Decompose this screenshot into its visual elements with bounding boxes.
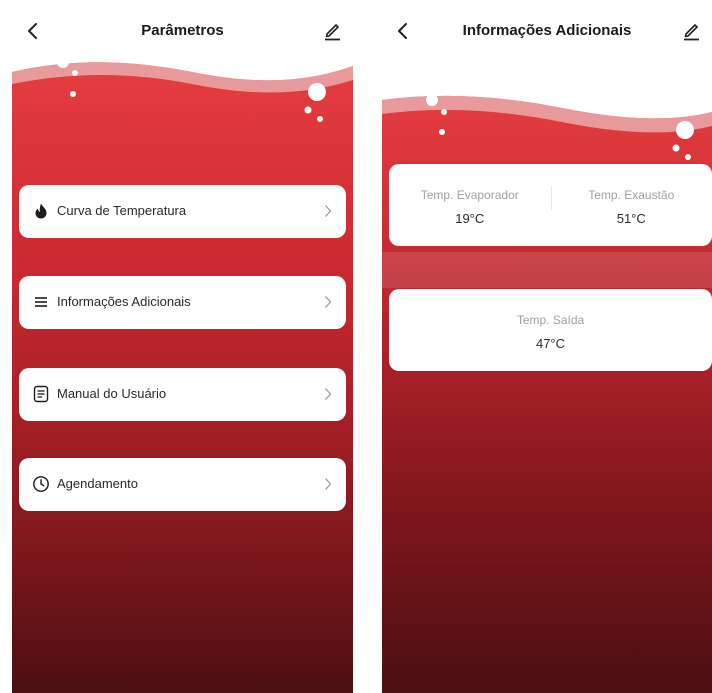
chevron-right-icon [325,296,332,308]
clock-icon [33,476,49,492]
menu-item-curva-temperatura[interactable]: Curva de Temperatura [19,185,346,238]
edit-pencil-icon[interactable] [678,18,704,44]
chevron-right-icon [325,388,332,400]
header: Informações Adicionais [382,0,712,60]
temperature-card-1: Temp. Evaporador 19°C Temp. Exaustão 51°… [389,164,712,246]
page-title: Informações Adicionais [462,22,632,39]
temp-exaustao: Temp. Exaustão 51°C [551,188,712,226]
info-label: Temp. Exaustão [588,188,675,202]
back-arrow-icon[interactable] [390,18,416,44]
menu-item-label: Manual do Usuário [57,386,167,401]
info-value: 51°C [616,211,646,226]
parametros-screen: Parâmetros Curva de Temperatura Informaç… [12,0,353,693]
list-icon [35,297,47,307]
menu-item-label: Agendamento [57,476,138,491]
informacoes-adicionais-screen: Informações Adicionais Temp. Evaporador … [382,0,712,693]
edit-pencil-icon[interactable] [319,18,345,44]
chevron-right-icon [325,205,332,217]
menu-item-informacoes-adicionais[interactable]: Informações Adicionais [19,276,346,329]
info-value: 19°C [455,211,485,226]
menu-item-manual-usuario[interactable]: Manual do Usuário [19,368,346,421]
temp-evaporador: Temp. Evaporador 19°C [389,188,551,226]
menu-item-label: Informações Adicionais [57,294,191,309]
menu-item-agendamento[interactable]: Agendamento [19,458,346,511]
page-title: Parâmetros [141,22,224,39]
back-arrow-icon[interactable] [20,18,46,44]
info-label: Temp. Evaporador [420,188,519,202]
info-value: 47°C [535,336,566,351]
chevron-right-icon [325,478,332,490]
flame-icon [35,203,47,219]
document-icon [33,385,49,403]
info-label: Temp. Saída [516,313,585,327]
header: Parâmetros [12,0,353,60]
temp-saida: Temp. Saída 47°C [470,313,632,351]
temperature-card-2: Temp. Saída 47°C [389,289,712,371]
wave-background [12,56,353,693]
menu-item-label: Curva de Temperatura [57,203,187,218]
